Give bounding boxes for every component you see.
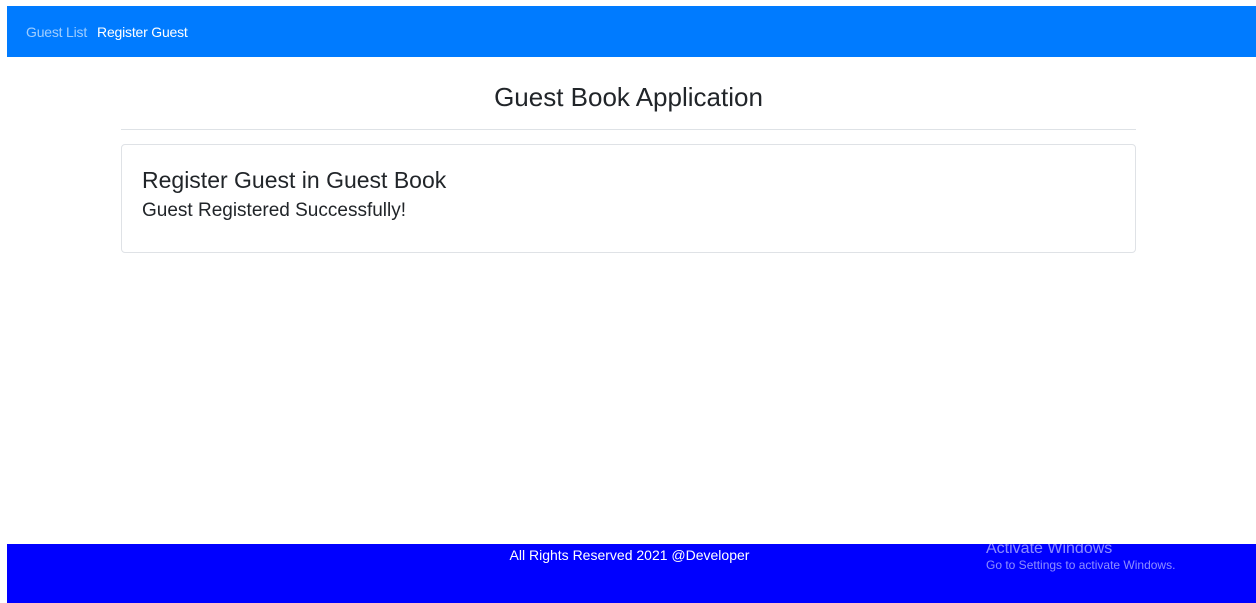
watermark-subtitle: Go to Settings to activate Windows.: [986, 558, 1176, 573]
watermark-title: Activate Windows: [986, 540, 1113, 557]
title-divider: [121, 129, 1136, 130]
success-message: Guest Registered Successfully!: [142, 200, 407, 221]
activate-windows-watermark: Activate Windows Go to Settings to activ…: [986, 539, 1175, 573]
page-title: Guest Book Application: [494, 82, 763, 112]
register-card: Register Guest in Guest Book Guest Regis…: [121, 144, 1136, 253]
card-title: Register Guest in Guest Book: [142, 167, 447, 193]
footer-copyright: All Rights Reserved 2021 @Developer: [509, 547, 750, 563]
nav-link-register-guest[interactable]: Register Guest: [97, 24, 188, 40]
top-navbar: Guest List Register Guest: [7, 6, 1256, 57]
nav-link-guest-list[interactable]: Guest List: [26, 24, 87, 40]
